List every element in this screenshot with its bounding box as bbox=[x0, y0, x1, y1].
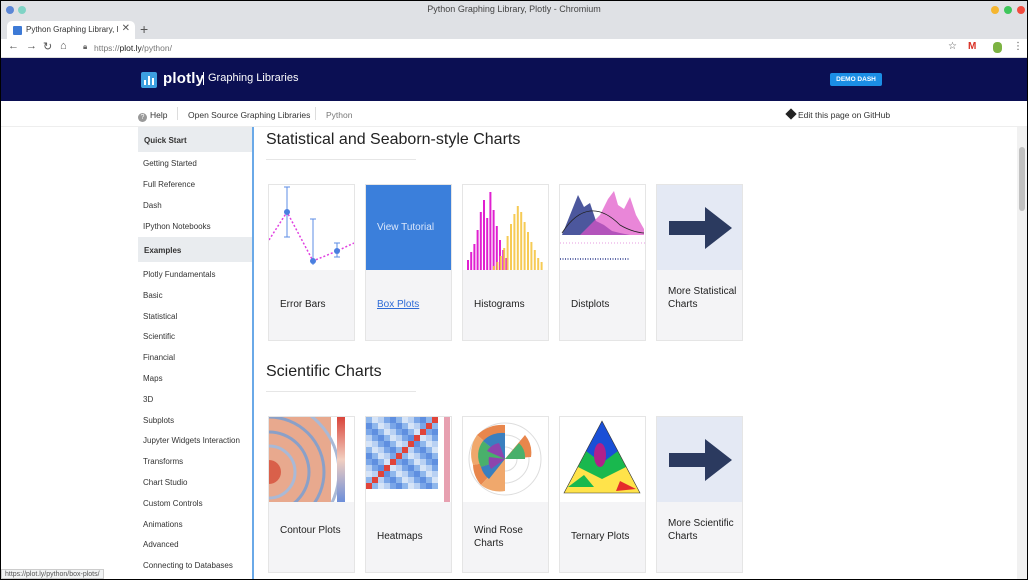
card-wind-rose[interactable]: Wind Rose Charts bbox=[462, 416, 549, 573]
card-box-plots[interactable]: View Tutorial Box Plots bbox=[365, 184, 452, 341]
tab-close-icon[interactable]: ✕ bbox=[122, 23, 130, 34]
sidebar-section-heading: Quick Start bbox=[138, 127, 252, 152]
card-histograms[interactable]: Histograms bbox=[462, 184, 549, 341]
minimize-icon[interactable] bbox=[991, 6, 999, 14]
ternary-plots-thumbnail bbox=[560, 417, 645, 502]
maximize-icon[interactable] bbox=[1004, 6, 1012, 14]
view-tutorial-label[interactable]: View Tutorial bbox=[377, 222, 434, 233]
card-label[interactable]: Ternary Plots bbox=[571, 530, 641, 543]
browser-window: Python Graphing Library, Plotly - Chromi… bbox=[1, 1, 1027, 579]
box-plots-thumbnail: View Tutorial bbox=[366, 185, 451, 270]
card-label[interactable]: Contour Plots bbox=[280, 524, 350, 537]
card-label[interactable]: Heatmaps bbox=[377, 530, 447, 543]
card-label[interactable]: Distplots bbox=[571, 298, 641, 311]
site-header: plotly Graphing Libraries DEMO DASH bbox=[1, 58, 1027, 101]
open-source-link[interactable]: Open Source Graphing Libraries bbox=[188, 110, 310, 120]
sidebar-item[interactable]: 3D bbox=[143, 395, 153, 404]
sidebar-item[interactable]: Full Reference bbox=[143, 180, 195, 189]
card-contour-plots[interactable]: Contour Plots bbox=[268, 416, 355, 573]
plotly-favicon-icon bbox=[13, 26, 22, 35]
sidebar-item[interactable]: Scientific bbox=[143, 332, 175, 341]
contour-plots-thumbnail bbox=[269, 417, 354, 502]
section-title-scientific: Scientific Charts bbox=[266, 363, 382, 380]
tab-title: Python Graphing Library, Plotly bbox=[26, 25, 118, 34]
bookmark-star-icon[interactable]: ☆ bbox=[948, 41, 957, 52]
sidebar: Quick Start Getting Started Full Reference… bbox=[138, 127, 254, 579]
python-link[interactable]: Python bbox=[326, 110, 352, 120]
sidebar-item[interactable]: Advanced bbox=[143, 540, 179, 549]
card-label[interactable]: More Statistical Charts bbox=[668, 285, 738, 311]
forward-arrow-icon[interactable]: → bbox=[26, 40, 37, 52]
more-arrow-thumbnail bbox=[657, 185, 742, 270]
error-bars-thumbnail bbox=[269, 185, 354, 270]
sub-navigation: ? Help Open Source Graphing Libraries Pyt… bbox=[1, 101, 1027, 127]
help-icon: ? bbox=[138, 113, 147, 122]
window-title: Python Graphing Library, Plotly - Chromi… bbox=[427, 4, 601, 14]
card-heatmaps[interactable]: Heatmaps bbox=[365, 416, 452, 573]
back-arrow-icon[interactable]: ← bbox=[8, 40, 19, 52]
divider bbox=[266, 391, 416, 392]
card-label[interactable]: Error Bars bbox=[280, 298, 350, 311]
scrollbar-thumb[interactable] bbox=[1019, 147, 1025, 211]
sidebar-item[interactable]: Basic bbox=[143, 291, 163, 300]
lock-icon: 🔒︎ bbox=[83, 42, 88, 51]
card-label[interactable]: Wind Rose Charts bbox=[474, 524, 544, 550]
sidebar-item[interactable]: Getting Started bbox=[143, 159, 197, 168]
sidebar-item[interactable]: Animations bbox=[143, 520, 183, 529]
card-label[interactable]: Histograms bbox=[474, 298, 544, 311]
menu-dots-icon[interactable]: ⋮ bbox=[1013, 41, 1023, 52]
browser-tab[interactable]: Python Graphing Library, Plotly ✕ bbox=[7, 21, 135, 39]
logo-subtitle[interactable]: Graphing Libraries bbox=[203, 72, 299, 85]
plotly-logo-icon[interactable] bbox=[141, 72, 157, 88]
new-tab-icon[interactable]: + bbox=[140, 21, 148, 37]
url-text: https://plot.ly/python/ bbox=[94, 43, 172, 53]
home-icon[interactable]: ⌂ bbox=[60, 40, 67, 52]
logo-text[interactable]: plotly bbox=[163, 70, 204, 87]
card-label[interactable]: More Scientific Charts bbox=[668, 517, 738, 543]
sidebar-item[interactable]: Dash bbox=[143, 201, 162, 210]
card-more-statistical[interactable]: More Statistical Charts bbox=[656, 184, 743, 341]
demo-dash-button[interactable]: DEMO DASH bbox=[830, 73, 882, 86]
github-edit-link[interactable]: Edit this page on GitHub bbox=[785, 108, 890, 120]
sidebar-item[interactable]: Subplots bbox=[143, 416, 174, 425]
sidebar-item[interactable]: Plotly Fundamentals bbox=[143, 270, 215, 279]
more-arrow-thumbnail bbox=[657, 417, 742, 502]
help-link[interactable]: ? Help bbox=[138, 110, 167, 122]
card-distplots[interactable]: Distplots bbox=[559, 184, 646, 341]
status-bar-url: https://plot.ly/python/box-plots/ bbox=[1, 569, 104, 579]
sidebar-item[interactable]: Jupyter Widgets Interaction bbox=[143, 436, 240, 445]
card-ternary-plots[interactable]: Ternary Plots bbox=[559, 416, 646, 573]
page-scrollbar[interactable] bbox=[1017, 127, 1027, 579]
extension-icon[interactable] bbox=[993, 42, 1002, 53]
browser-toolbar: ← → ↻ ⌂ 🔒︎ https://plot.ly/python/ ☆ M ⋮ bbox=[1, 39, 1027, 58]
heatmaps-thumbnail bbox=[366, 417, 451, 502]
close-window-icon[interactable] bbox=[1017, 6, 1025, 14]
github-icon bbox=[785, 108, 797, 120]
tab-strip: Python Graphing Library, Plotly ✕ + bbox=[1, 19, 1027, 39]
card-more-scientific[interactable]: More Scientific Charts bbox=[656, 416, 743, 573]
card-error-bars[interactable]: Error Bars bbox=[268, 184, 355, 341]
address-bar[interactable]: 🔒︎ https://plot.ly/python/ bbox=[77, 41, 957, 56]
sidebar-section-heading: Examples bbox=[138, 237, 252, 262]
sidebar-item[interactable]: Chart Studio bbox=[143, 478, 187, 487]
reload-icon[interactable]: ↻ bbox=[43, 40, 52, 53]
sidebar-item[interactable]: Connecting to Databases bbox=[143, 561, 233, 570]
sidebar-item[interactable]: Transforms bbox=[143, 457, 183, 466]
sidebar-item[interactable]: Financial bbox=[143, 353, 175, 362]
sidebar-item[interactable]: IPython Notebooks bbox=[143, 222, 211, 231]
sidebar-item[interactable]: Custom Controls bbox=[143, 499, 203, 508]
section-title-statistical: Statistical and Seaborn-style Charts bbox=[266, 131, 521, 148]
histograms-thumbnail bbox=[463, 185, 548, 270]
card-label[interactable]: Box Plots bbox=[377, 298, 447, 311]
divider bbox=[266, 159, 416, 160]
sidebar-item[interactable]: Statistical bbox=[143, 312, 177, 321]
gmail-extension-icon[interactable]: M bbox=[968, 41, 976, 52]
title-bar: Python Graphing Library, Plotly - Chromi… bbox=[1, 1, 1027, 19]
distplots-thumbnail bbox=[560, 185, 645, 270]
wind-rose-thumbnail bbox=[463, 417, 548, 502]
sidebar-item[interactable]: Maps bbox=[143, 374, 163, 383]
